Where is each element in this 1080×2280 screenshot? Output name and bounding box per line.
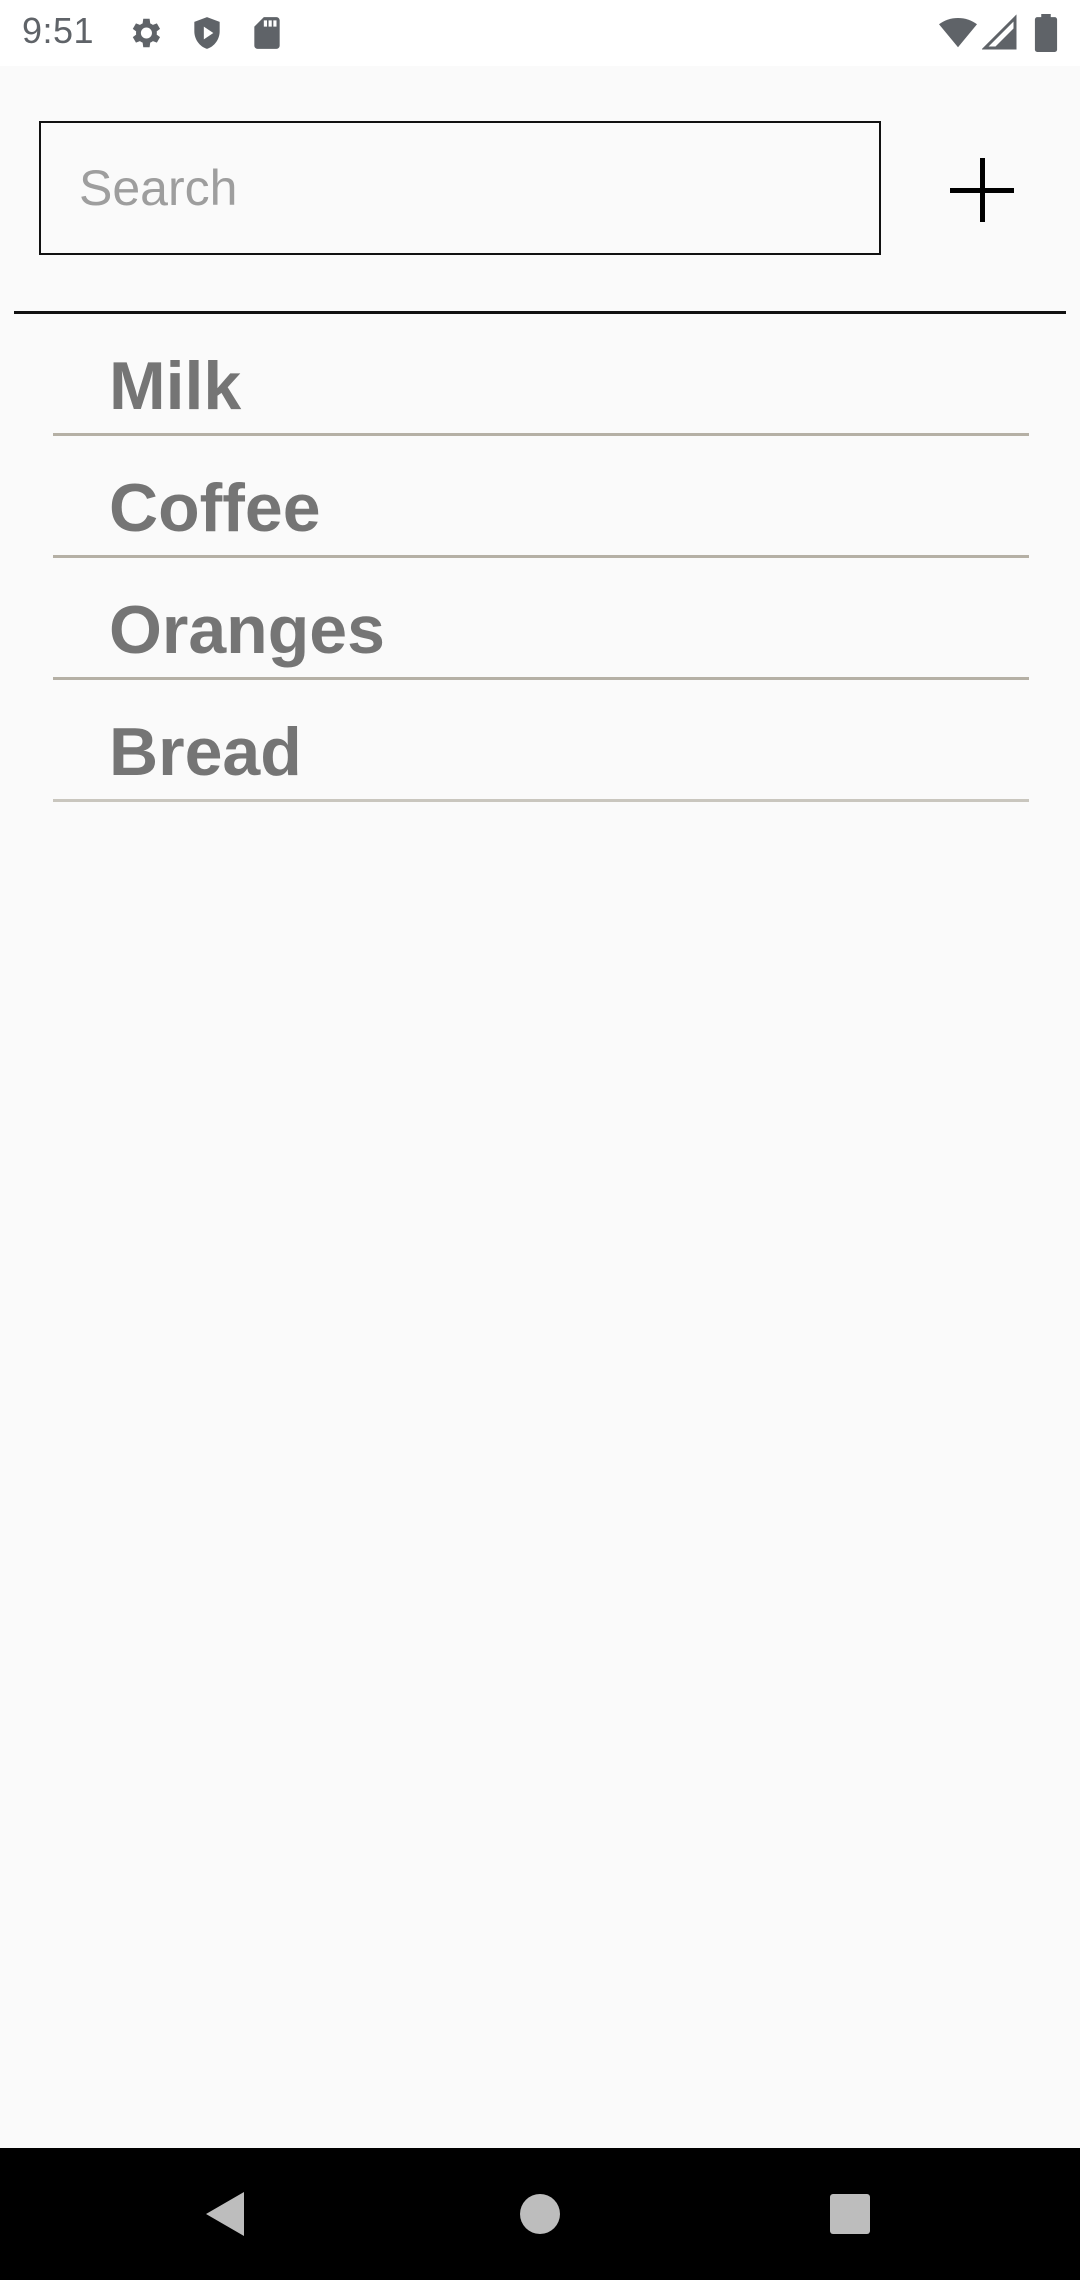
list-item-label: Oranges: [109, 592, 385, 668]
recents-square-icon: [830, 2194, 870, 2234]
sd-card-icon: [248, 14, 286, 52]
status-bar: 9:51: [0, 0, 1080, 66]
recents-button[interactable]: [820, 2184, 880, 2244]
plus-icon: [950, 158, 1014, 222]
search-input[interactable]: [79, 123, 859, 253]
navigation-bar: [0, 2148, 1080, 2280]
wifi-icon: [938, 14, 978, 52]
list-item-label: Coffee: [109, 470, 321, 546]
battery-icon: [1034, 14, 1058, 52]
list-divider: [53, 799, 1029, 802]
list-item-label: Bread: [109, 714, 302, 790]
shield-play-icon: [188, 14, 226, 52]
list-item-label: Milk: [109, 348, 242, 424]
back-button[interactable]: [196, 2184, 256, 2244]
search-box: [39, 121, 881, 255]
status-time: 9:51: [22, 10, 95, 51]
home-button[interactable]: [510, 2184, 570, 2244]
list-item[interactable]: Coffee: [0, 436, 1080, 558]
back-triangle-icon: [206, 2192, 244, 2236]
add-item-button[interactable]: [940, 148, 1024, 232]
list-item[interactable]: Milk: [0, 314, 1080, 436]
list-item[interactable]: Bread: [0, 680, 1080, 802]
gear-icon: [126, 14, 164, 52]
home-circle-icon: [520, 2194, 560, 2234]
cell-signal-icon: [982, 14, 1018, 52]
list-item[interactable]: Oranges: [0, 558, 1080, 680]
item-list: Milk Coffee Oranges Bread: [0, 314, 1080, 802]
